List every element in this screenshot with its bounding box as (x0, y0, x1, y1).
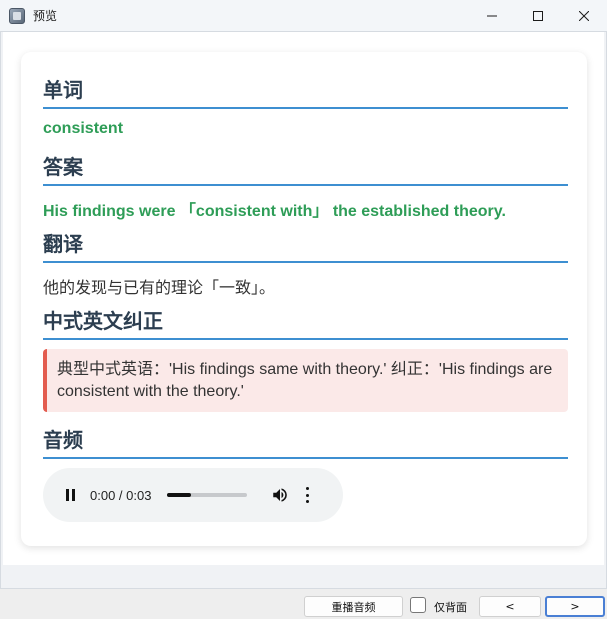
back-only-label: 仅背面 (434, 601, 467, 614)
minimize-icon (487, 15, 497, 16)
translation-section-title: 翻译 (43, 228, 568, 263)
audio-player[interactable]: 0:00 / 0:03 (43, 468, 343, 522)
content-area: 单词 consistent 答案 His findings were 「cons… (0, 31, 607, 589)
minimize-button[interactable] (469, 0, 515, 31)
app-icon (9, 7, 25, 24)
preview-card: 单词 consistent 答案 His findings were 「cons… (21, 52, 587, 546)
audio-time: 0:00 / 0:03 (90, 487, 152, 503)
answer-section-title: 答案 (43, 151, 568, 186)
prev-button[interactable]: < (479, 596, 541, 617)
audio-progress-bar[interactable] (167, 493, 248, 497)
word-value: consistent (43, 120, 124, 137)
replay-audio-button[interactable]: 重播音频 (304, 596, 403, 617)
close-button[interactable] (561, 0, 607, 31)
card-background: 单词 consistent 答案 His findings were 「cons… (3, 32, 604, 565)
word-section-title: 单词 (43, 74, 568, 109)
audio-section-title: 音频 (43, 424, 568, 459)
audio-progress-fill (167, 493, 192, 497)
title-bar: 预览 (0, 0, 607, 31)
translation-value: 他的发现与已有的理论「一致」。 (43, 280, 276, 297)
volume-icon[interactable] (271, 486, 289, 504)
pause-icon[interactable] (64, 488, 76, 502)
window-title: 预览 (33, 9, 58, 23)
next-button[interactable]: > (545, 596, 605, 617)
bottom-toolbar: 重播音频 仅背面 < > (0, 589, 607, 619)
maximize-icon (533, 10, 543, 21)
answer-value: His findings were 「consistent with」 the … (43, 203, 506, 220)
more-options-icon[interactable] (305, 487, 309, 503)
maximize-button[interactable] (515, 0, 561, 31)
chinglish-note: 典型中式英语：'His findings same with theory.' … (43, 349, 568, 412)
close-icon (579, 10, 589, 21)
chinglish-section-title: 中式英文纠正 (43, 305, 568, 340)
back-only-checkbox[interactable] (410, 597, 426, 613)
window-controls (469, 0, 607, 31)
